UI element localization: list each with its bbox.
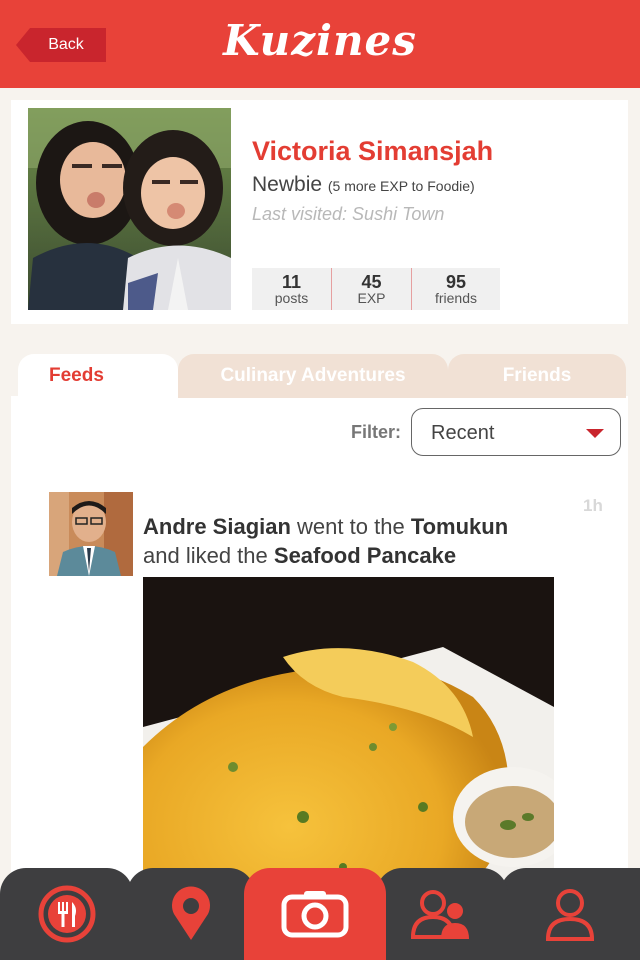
tab-culinary-adventures[interactable]: Culinary Adventures	[178, 354, 448, 398]
profile-photo	[28, 108, 231, 310]
chevron-down-icon	[586, 429, 604, 438]
stat-friends[interactable]: 95 friends	[412, 268, 500, 310]
profile-name: Victoria Simansjah	[252, 136, 494, 166]
nav-friends[interactable]	[376, 868, 508, 960]
profile-tabs: Feeds Culinary Adventures Friends	[18, 354, 628, 398]
feed-description: Andre Siagian went to the Tomukun and li…	[143, 512, 583, 570]
stat-label: EXP	[357, 290, 386, 306]
app-header: Back Kuzines	[0, 0, 640, 88]
stat-posts[interactable]: 11 posts	[252, 268, 332, 310]
feed-place[interactable]: Tomukun	[411, 514, 508, 539]
nav-profile[interactable]	[500, 868, 640, 960]
camera-icon	[281, 891, 349, 938]
level-detail: (5 more EXP to Foodie)	[327, 178, 475, 194]
feed-dish[interactable]: Seafood Pancake	[274, 543, 456, 568]
filter-label: Filter:	[351, 422, 402, 442]
profile-level: Newbie (5 more EXP to Foodie)	[252, 173, 475, 197]
feed-verb: went to the	[297, 514, 405, 539]
profile-card: Victoria Simansjah Newbie (5 more EXP to…	[11, 100, 628, 324]
location-pin-icon	[172, 886, 210, 940]
profile-stats: 11 posts 45 EXP 95 friends	[252, 268, 500, 310]
feed-verb: and liked the	[143, 543, 268, 568]
restaurants-icon	[38, 885, 95, 943]
stat-value: 45	[361, 272, 382, 292]
nav-camera[interactable]	[244, 868, 386, 960]
feed-user-name[interactable]: Andre Siagian	[143, 514, 291, 539]
stat-value: 11	[281, 272, 302, 292]
bottom-navigation	[0, 868, 640, 960]
tab-feeds[interactable]: Feeds	[18, 354, 178, 398]
app-logo: Kuzines	[223, 16, 417, 65]
stat-value: 95	[445, 272, 467, 292]
filter-dropdown[interactable]: Recent	[411, 408, 621, 456]
nav-locations[interactable]	[127, 868, 255, 960]
nav-restaurants[interactable]	[0, 868, 133, 960]
friends-icon	[410, 890, 469, 939]
tab-friends[interactable]: Friends	[448, 354, 626, 398]
stat-exp[interactable]: 45 EXP	[332, 268, 412, 310]
filter-selected-value: Recent	[431, 422, 495, 444]
stat-label: friends	[434, 290, 478, 306]
last-visited: Last visited: Sushi Town	[252, 204, 445, 224]
feed-timestamp: 1h	[583, 496, 603, 515]
feed-user-avatar[interactable]	[49, 492, 133, 576]
level-title: Newbie	[252, 173, 323, 196]
stat-label: posts	[274, 290, 309, 306]
profile-icon	[545, 889, 595, 941]
